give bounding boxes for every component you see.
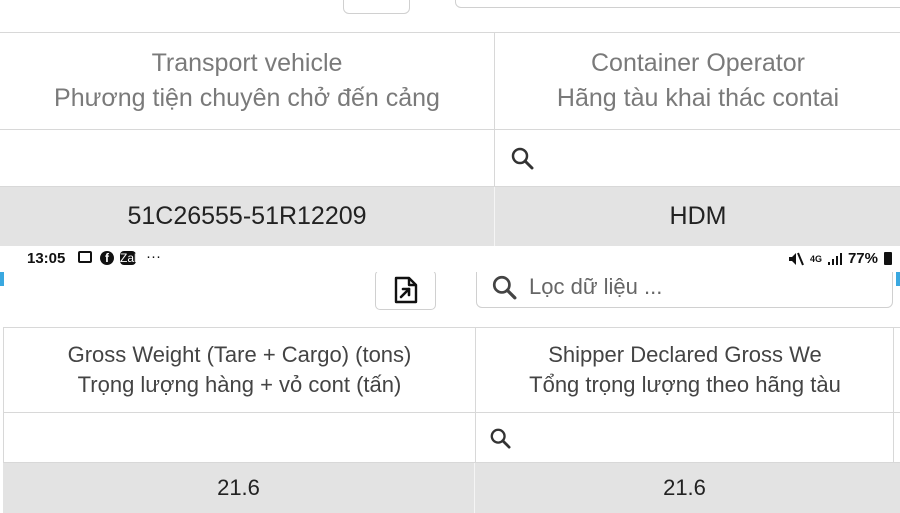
column-header-container-operator[interactable]: Container Operator Hãng tàu khai thác co…	[496, 33, 900, 129]
cell-value: 51C26555-51R12209	[127, 202, 367, 230]
battery-percent: 77%	[847, 250, 878, 267]
search-icon[interactable]	[510, 146, 534, 170]
cell-value: 21.6	[663, 475, 706, 500]
export-file-icon	[394, 276, 417, 304]
cell-value: HDM	[669, 202, 727, 230]
status-right-group: 4G 77%	[788, 250, 892, 267]
filter-search-box[interactable]	[476, 272, 893, 308]
column-title-en: Container Operator	[590, 49, 805, 77]
column-title-en: Transport vehicle	[151, 49, 343, 77]
facebook-icon: f	[100, 251, 114, 265]
column-header-transport-vehicle[interactable]: Transport vehicle Phương tiện chuyên chở…	[0, 33, 495, 129]
column-title-vi: Tổng trọng lượng theo hãng tàu	[529, 372, 841, 397]
filter-cell-shipper-declared-weight[interactable]	[477, 413, 894, 462]
search-input[interactable]	[529, 274, 859, 300]
signal-icon	[827, 252, 842, 265]
network-type: 4G	[809, 253, 822, 264]
bottom-filter-row	[3, 413, 900, 463]
top-screenshot: Transport vehicle Phương tiện chuyên chở…	[0, 0, 900, 246]
cell-gross-weight: 21.6	[3, 463, 475, 513]
top-search-box[interactable]	[455, 0, 900, 8]
column-header-gross-weight[interactable]: Gross Weight (Tare + Cargo) (tons) Trọng…	[4, 328, 476, 412]
export-button[interactable]	[375, 272, 436, 310]
cell-transport-vehicle: 51C26555-51R12209	[0, 187, 495, 246]
top-toolbar-button[interactable]	[343, 0, 410, 14]
cell-container-operator: HDM	[496, 187, 900, 246]
bottom-screenshot: Gross Weight (Tare + Cargo) (tons) Trọng…	[0, 272, 900, 513]
search-icon	[492, 275, 517, 300]
bottom-header-row: Gross Weight (Tare + Cargo) (tons) Trọng…	[3, 327, 900, 413]
zalo-icon: Zalo	[120, 251, 144, 265]
filter-cell-gross-weight[interactable]	[4, 413, 476, 462]
status-time: 13:05	[27, 250, 66, 267]
column-header-shipper-declared-weight[interactable]: Shipper Declared Gross We Tổng trọng lượ…	[477, 328, 894, 412]
filter-cell-container-operator[interactable]	[496, 130, 900, 186]
column-title-en: Gross Weight (Tare + Cargo) (tons)	[67, 342, 412, 367]
top-filter-row	[0, 130, 900, 187]
filter-cell-transport-vehicle[interactable]	[0, 130, 495, 186]
table-row[interactable]: 51C26555-51R12209 HDM	[0, 187, 900, 246]
gallery-icon	[78, 251, 92, 263]
top-header-row: Transport vehicle Phương tiện chuyên chở…	[0, 32, 900, 130]
cell-shipper-declared-weight: 21.6	[476, 463, 893, 513]
right-edge-indicator	[896, 272, 900, 286]
data-table: Gross Weight (Tare + Cargo) (tons) Trọng…	[3, 327, 900, 513]
left-edge-indicator	[0, 272, 4, 286]
phone-status-bar: 13:05 f Zalo ··· 4G 77%	[0, 246, 900, 272]
battery-icon	[884, 252, 892, 265]
column-title-vi: Hãng tàu khai thác contai	[556, 84, 840, 112]
column-title-vi: Trọng lượng hàng + vỏ cont (tấn)	[77, 372, 402, 397]
column-title-vi: Phương tiện chuyên chở đến cảng	[54, 84, 440, 112]
search-icon[interactable]	[489, 427, 511, 449]
column-title-en: Shipper Declared Gross We	[548, 342, 822, 367]
cell-value: 21.6	[217, 475, 260, 500]
table-row[interactable]: 21.6 21.6	[3, 463, 900, 513]
mute-icon	[788, 252, 804, 265]
more-notifications-icon: ···	[146, 248, 161, 265]
